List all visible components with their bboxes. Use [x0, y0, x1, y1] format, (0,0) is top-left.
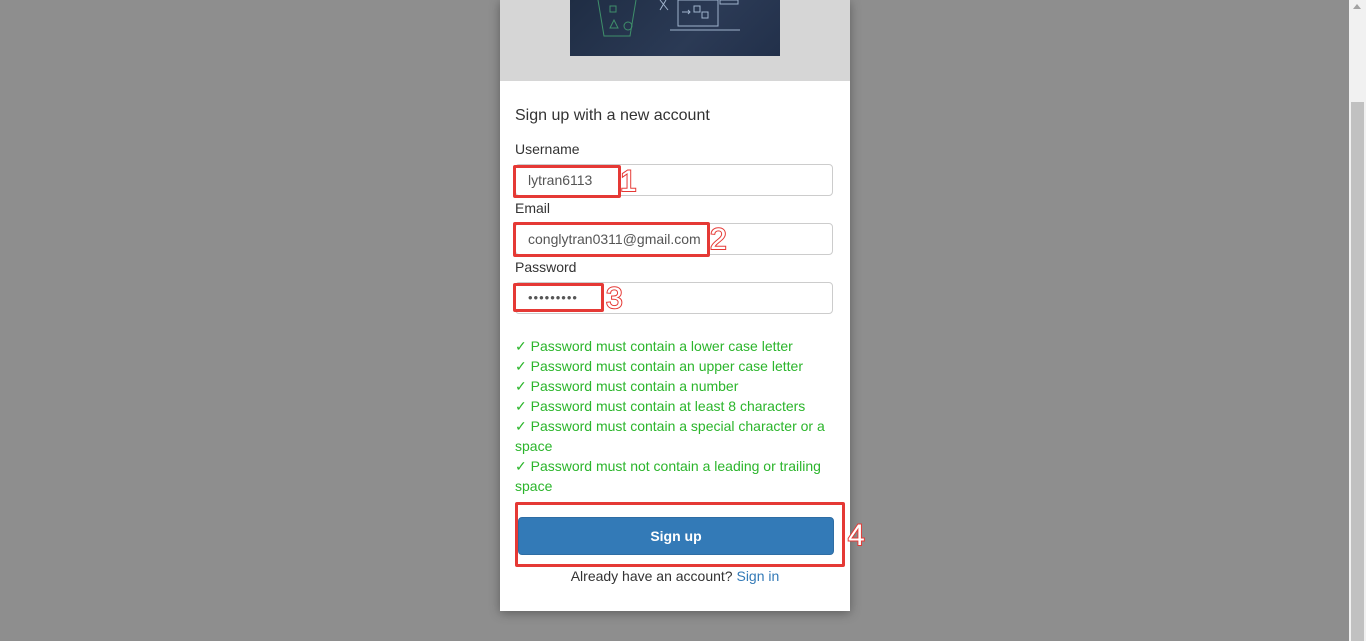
rule-lowercase: ✓ Password must contain a lower case let…: [515, 338, 793, 354]
password-rules: ✓ Password must contain a lower case let…: [515, 336, 833, 496]
annotation-box-4: [515, 502, 845, 567]
banner: [500, 0, 850, 81]
annotation-number-2: 2: [709, 223, 728, 256]
rule-no-space: ✓ Password must not contain a leading or…: [515, 458, 821, 494]
email-label: Email: [515, 200, 551, 216]
annotation-number-3: 3: [605, 282, 624, 315]
already-have-account-text: Already have an account?: [570, 568, 733, 584]
form-title: Sign up with a new account: [515, 107, 710, 124]
annotation-box-2: [513, 222, 710, 257]
annotation-number-1: 1: [619, 165, 638, 198]
scroll-thumb[interactable]: [1351, 102, 1364, 641]
rule-special: ✓ Password must contain a special charac…: [515, 418, 825, 454]
rule-number: ✓ Password must contain a number: [515, 378, 739, 394]
signin-link[interactable]: Sign in: [736, 568, 779, 584]
illustration-icon: [597, 0, 740, 37]
rule-uppercase: ✓ Password must contain an upper case le…: [515, 358, 803, 374]
scroll-up-arrow-icon[interactable]: [1353, 4, 1361, 9]
annotation-box-3: [513, 283, 604, 312]
annotation-number-4: 4: [847, 519, 866, 552]
password-label: Password: [515, 259, 577, 275]
username-label: Username: [515, 141, 580, 157]
annotation-box-1: [513, 165, 621, 198]
rule-length: ✓ Password must contain at least 8 chara…: [515, 398, 806, 414]
page-scrollbar[interactable]: [1349, 0, 1366, 641]
banner-illustration: [570, 0, 780, 56]
signin-prompt: Already have an account? Sign in: [500, 568, 850, 584]
